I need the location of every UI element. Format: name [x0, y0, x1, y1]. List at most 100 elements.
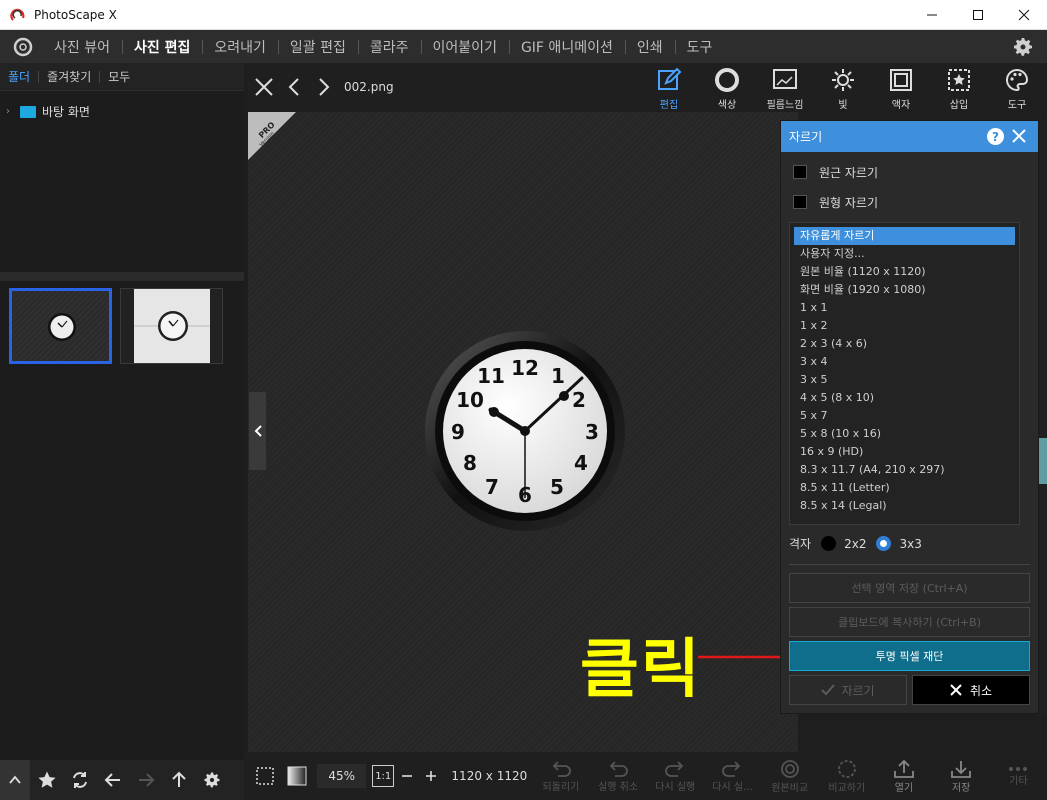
ratio-option[interactable]: 8.5 x 11 (Letter): [794, 479, 1015, 497]
more-button[interactable]: 기타: [990, 752, 1047, 800]
actual-size-button[interactable]: 1:1: [372, 765, 395, 787]
sun-icon: [832, 69, 854, 91]
divider: [789, 564, 1030, 565]
ratio-option[interactable]: 화면 비율 (1920 x 1080): [794, 281, 1015, 299]
tab-all[interactable]: 모두: [100, 71, 138, 83]
settings-gear-icon[interactable]: [1011, 35, 1035, 59]
gradient-square-icon: [287, 766, 307, 786]
back-button[interactable]: [96, 760, 129, 800]
chevron-right-icon[interactable]: ›: [6, 106, 20, 117]
panel-splitter[interactable]: [0, 273, 244, 281]
redo-button[interactable]: 다시 실행: [647, 752, 704, 800]
revert-button[interactable]: 되돌리기: [532, 752, 589, 800]
ratio-option[interactable]: 자유롭게 자르기: [794, 227, 1015, 245]
tool-label: 실행 취소: [598, 781, 639, 793]
save-selection-button[interactable]: 선택 영역 저장 (Ctrl+A): [789, 573, 1030, 603]
ratio-option[interactable]: 사용자 지정...: [794, 245, 1015, 263]
undo-button[interactable]: 실행 취소: [589, 752, 646, 800]
ratio-option[interactable]: 1 x 1: [794, 299, 1015, 317]
menu-combine[interactable]: 이어붙이기: [420, 30, 509, 63]
crop-apply-button[interactable]: 자르기: [789, 675, 907, 705]
browser-settings-button[interactable]: [195, 760, 228, 800]
original-compare-button[interactable]: 원본비교: [761, 752, 818, 800]
ratio-option[interactable]: 4 x 5 (8 x 10): [794, 389, 1015, 407]
thumbnail-002[interactable]: [9, 288, 112, 364]
ratio-option[interactable]: 16 x 9 (HD): [794, 443, 1015, 461]
help-icon[interactable]: ?: [987, 128, 1004, 145]
menu-tools[interactable]: 도구: [674, 30, 725, 63]
forward-button[interactable]: [129, 760, 162, 800]
tool-film[interactable]: 필름느낌: [756, 63, 814, 111]
menu-photo-viewer[interactable]: 사진 뷰어: [42, 30, 122, 63]
ratio-option[interactable]: 8.3 x 11.7 (A4, 210 x 297): [794, 461, 1015, 479]
collapse-left-panel-button[interactable]: [249, 392, 266, 470]
parent-folder-button[interactable]: [162, 760, 195, 800]
collapse-up-button[interactable]: [0, 760, 30, 800]
tree-item-desktop[interactable]: › 바탕 화면: [6, 103, 244, 120]
tab-folder[interactable]: 폴더: [0, 70, 40, 83]
tool-color[interactable]: 색상: [698, 63, 756, 111]
photoscape-logo-icon[interactable]: [12, 36, 34, 58]
next-image-button[interactable]: [310, 73, 338, 101]
checkbox-box[interactable]: [793, 165, 807, 179]
tool-tools[interactable]: 도구: [988, 63, 1046, 111]
tool-label: 저장: [951, 782, 971, 794]
marquee-icon: [255, 767, 274, 785]
target-icon: [780, 759, 799, 778]
ratio-option[interactable]: 8.5 x 14 (Legal): [794, 497, 1015, 515]
thumbnail-clock-photo[interactable]: [120, 288, 223, 364]
close-icon: [950, 684, 962, 696]
ratio-option[interactable]: 1 x 2: [794, 317, 1015, 335]
menu-photo-editor[interactable]: 사진 편집: [121, 30, 202, 63]
grid-options: 격자 2x2 3x3: [789, 535, 922, 552]
background-toggle-button[interactable]: [285, 752, 309, 800]
arrow-right-icon: [138, 773, 154, 787]
circle-crop-checkbox[interactable]: 원형 자르기: [793, 187, 1038, 217]
close-window-button[interactable]: [1001, 0, 1047, 30]
tool-edit[interactable]: 편집: [640, 63, 698, 111]
refresh-button[interactable]: [63, 760, 96, 800]
minimize-button[interactable]: [909, 0, 955, 30]
tab-favorites[interactable]: 즐겨찾기: [39, 70, 101, 83]
previous-image-button[interactable]: [280, 73, 308, 101]
menu-batch[interactable]: 일괄 편집: [277, 30, 358, 63]
select-area-button[interactable]: [244, 752, 285, 800]
ratio-option[interactable]: 2 x 3 (4 x 6): [794, 335, 1015, 353]
tool-insert[interactable]: 삽입: [930, 63, 988, 111]
crop-panel-header: 자르기 ?: [781, 121, 1038, 152]
redo-all-button[interactable]: 다시 실...: [704, 752, 761, 800]
ratio-option[interactable]: 5 x 7: [794, 407, 1015, 425]
arrow-up-icon: [171, 771, 186, 787]
grid-2x2-radio[interactable]: [821, 536, 837, 551]
tool-label: 빛: [838, 100, 848, 111]
save-button[interactable]: 저장: [933, 752, 990, 800]
zoom-level[interactable]: 45%: [317, 764, 367, 788]
checkbox-box[interactable]: [793, 195, 807, 209]
menu-print[interactable]: 인쇄: [624, 30, 675, 63]
trim-transparent-button[interactable]: 투명 픽셀 재단: [789, 641, 1030, 671]
ratio-option[interactable]: 3 x 5: [794, 371, 1015, 389]
favorite-button[interactable]: [30, 760, 63, 800]
cancel-button[interactable]: 취소: [912, 675, 1030, 705]
copy-clipboard-button[interactable]: 클립보드에 복사하기 (Ctrl+B): [789, 607, 1030, 637]
grid-3x3-radio[interactable]: [876, 536, 892, 551]
tool-frame[interactable]: 액자: [872, 63, 930, 111]
tool-light[interactable]: 빛: [814, 63, 872, 111]
compare-button[interactable]: 비교하기: [818, 752, 875, 800]
zoom-in-button[interactable]: [420, 752, 442, 800]
svg-text:1: 1: [551, 364, 565, 388]
zoom-out-button[interactable]: [394, 752, 420, 800]
maximize-button[interactable]: [955, 0, 1001, 30]
open-button[interactable]: 열기: [875, 752, 932, 800]
ratio-option[interactable]: 3 x 4: [794, 353, 1015, 371]
menu-collage[interactable]: 콜라주: [357, 30, 421, 63]
menu-gif[interactable]: GIF 애니메이션: [508, 30, 625, 63]
ratio-option[interactable]: 원본 비율 (1120 x 1120): [794, 263, 1015, 281]
crop-ratio-list: 자유롭게 자르기 사용자 지정... 원본 비율 (1120 x 1120) 화…: [789, 222, 1020, 525]
close-image-button[interactable]: [250, 73, 278, 101]
perspective-crop-checkbox[interactable]: 원근 자르기: [793, 157, 1038, 187]
menu-cut-out[interactable]: 오려내기: [202, 30, 278, 63]
svg-text:7: 7: [485, 475, 499, 499]
close-icon[interactable]: [1010, 127, 1028, 145]
ratio-option[interactable]: 5 x 8 (10 x 16): [794, 425, 1015, 443]
